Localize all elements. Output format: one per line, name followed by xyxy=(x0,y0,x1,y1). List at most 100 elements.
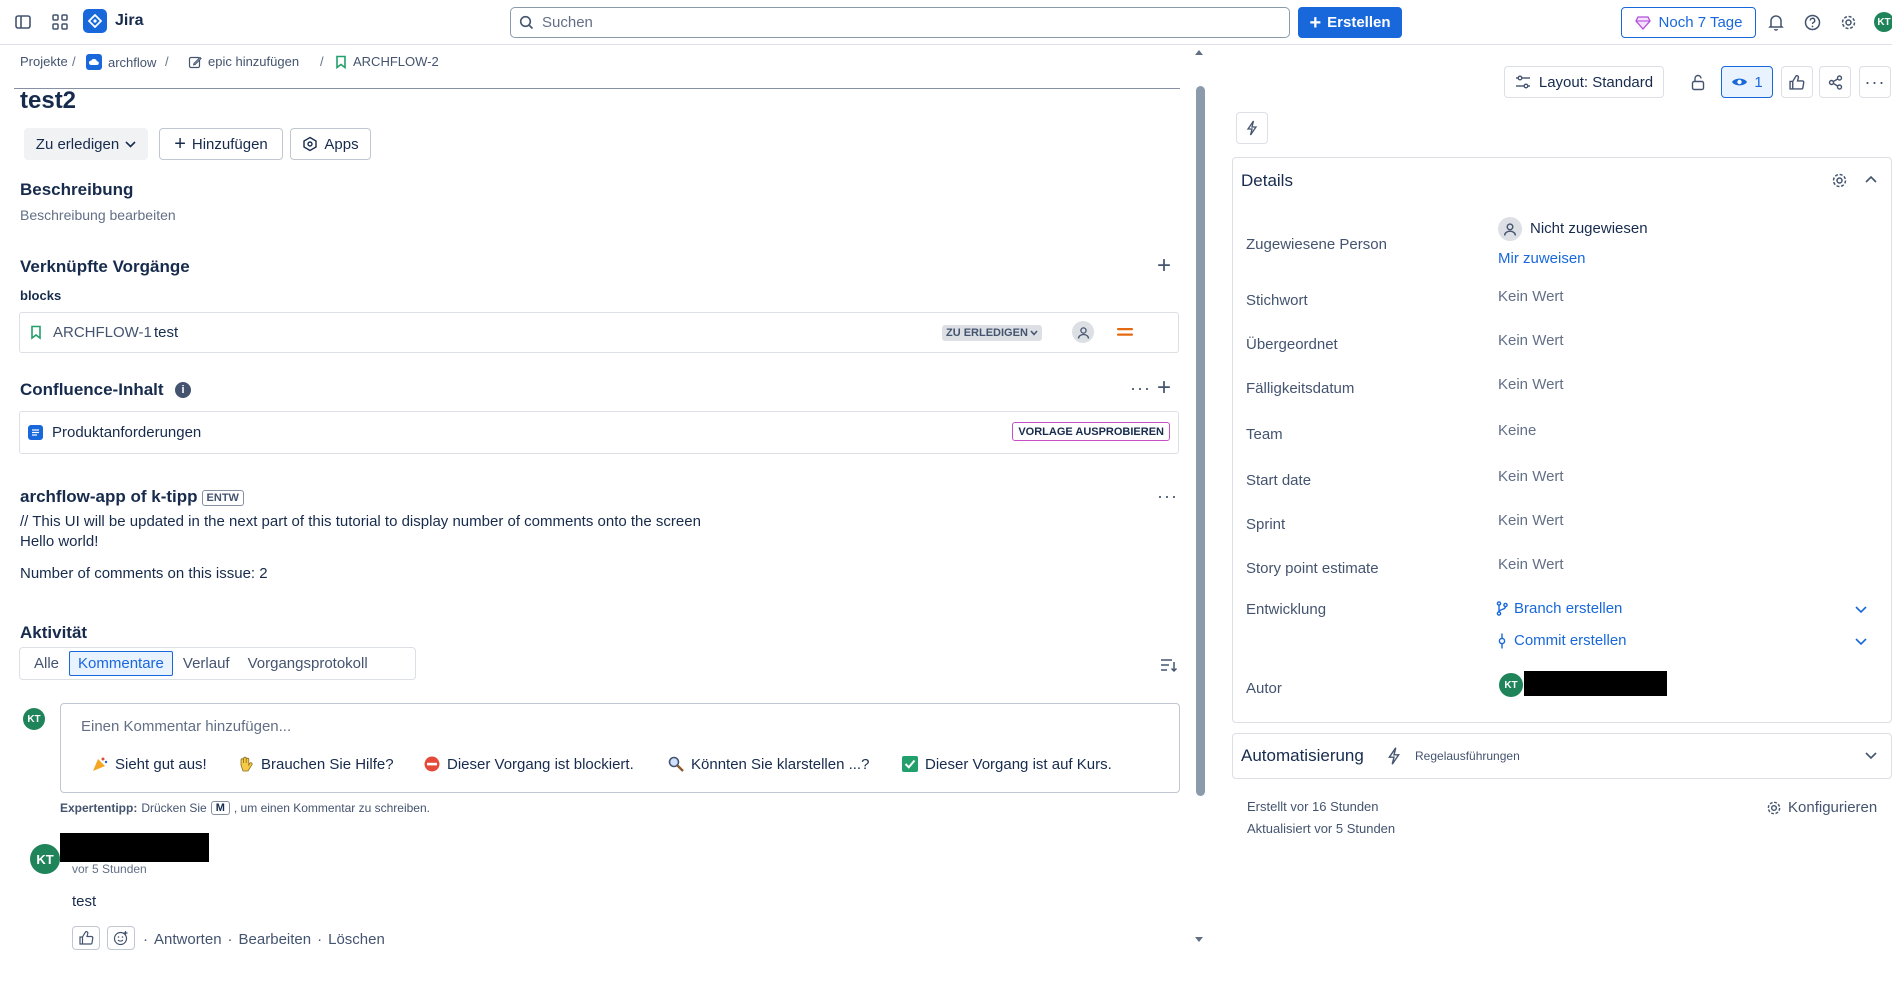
quick-reply-looks-good[interactable]: Sieht gut aus! xyxy=(91,755,207,773)
info-icon[interactable]: i xyxy=(175,382,191,398)
linked-issue-summary[interactable]: test xyxy=(154,324,178,341)
layout-button[interactable]: Layout: Standard xyxy=(1504,66,1664,98)
breadcrumb-project[interactable]: archflow xyxy=(86,54,156,70)
quick-reply-on-track[interactable]: Dieser Vorgang ist auf Kurs. xyxy=(901,755,1112,773)
help-icon[interactable] xyxy=(1798,8,1826,36)
edit-link[interactable]: Bearbeiten xyxy=(239,931,312,948)
trial-button[interactable]: Noch 7 Tage xyxy=(1621,7,1756,38)
field-value-start-date[interactable]: Kein Wert xyxy=(1498,468,1564,485)
field-label-parent: Übergeordnet xyxy=(1246,336,1338,353)
field-value-story-points[interactable]: Kein Wert xyxy=(1498,556,1564,573)
branch-icon xyxy=(1496,601,1508,616)
field-value-sprint[interactable]: Kein Wert xyxy=(1498,512,1564,529)
quick-reply-blocked[interactable]: Dieser Vorgang ist blockiert. xyxy=(423,755,634,773)
comment-placeholder[interactable]: Einen Kommentar hinzufügen... xyxy=(81,718,291,735)
app-switcher-icon[interactable] xyxy=(46,8,74,36)
apps-button[interactable]: Apps xyxy=(290,128,371,160)
status-label: Zu erledigen xyxy=(35,135,120,153)
field-value-label[interactable]: Kein Wert xyxy=(1498,288,1564,305)
notifications-icon[interactable] xyxy=(1762,8,1790,36)
vote-thumbs-up-icon[interactable] xyxy=(1781,66,1813,98)
delete-link[interactable]: Löschen xyxy=(328,931,385,948)
sidebar-toggle-icon[interactable] xyxy=(9,8,37,36)
add-confluence-plus-icon[interactable]: + xyxy=(1157,376,1171,400)
add-linked-issue-plus-icon[interactable]: + xyxy=(1157,254,1171,278)
linked-issue-row[interactable]: ARCHFLOW-1 test ZU ERLEDIGEN xyxy=(19,312,1179,353)
automation-heading[interactable]: Automatisierung xyxy=(1241,746,1364,766)
comment-author-avatar[interactable]: KT xyxy=(30,844,60,874)
add-reaction-icon[interactable] xyxy=(107,926,135,950)
collapse-chevron-up-icon[interactable] xyxy=(1865,175,1877,183)
search-field[interactable] xyxy=(510,7,1290,38)
scroll-up-arrow-icon[interactable] xyxy=(1194,48,1204,56)
tab-history[interactable]: Verlauf xyxy=(175,651,238,676)
configure-label: Konfigurieren xyxy=(1788,799,1878,816)
more-options-icon[interactable]: ··· xyxy=(1130,378,1151,399)
app-text-line-2: Hello world! xyxy=(20,533,99,550)
linked-issue-key[interactable]: ARCHFLOW-1 xyxy=(53,324,152,341)
linked-issue-status[interactable]: ZU ERLEDIGEN xyxy=(942,325,1042,341)
quick-reply-clarify[interactable]: Könnten Sie klarstellen ...? xyxy=(667,755,869,773)
details-settings-gear-icon[interactable] xyxy=(1831,172,1848,189)
watch-button[interactable]: 1 xyxy=(1721,66,1773,98)
action-separator: · xyxy=(227,931,233,948)
scroll-down-arrow-icon[interactable] xyxy=(1194,936,1204,944)
more-actions-icon[interactable]: ··· xyxy=(1859,66,1891,98)
reply-link[interactable]: Antworten xyxy=(154,931,222,948)
app-more-options-icon[interactable]: ··· xyxy=(1157,486,1178,507)
breadcrumb-separator: / xyxy=(165,54,169,69)
create-button[interactable]: + Erstellen xyxy=(1298,7,1402,38)
like-comment-thumbs-up-icon[interactable] xyxy=(72,926,100,950)
redacted-author-name xyxy=(60,833,209,862)
configure-button[interactable]: Konfigurieren xyxy=(1766,799,1877,816)
settings-gear-icon[interactable] xyxy=(1834,8,1862,36)
description-placeholder[interactable]: Beschreibung bearbeiten xyxy=(20,207,176,223)
details-heading[interactable]: Details xyxy=(1241,171,1293,191)
tab-comments[interactable]: Kommentare xyxy=(69,651,173,676)
assign-to-me-link[interactable]: Mir zuweisen xyxy=(1498,250,1586,267)
quick-reply-need-help[interactable]: Brauchen Sie Hilfe? xyxy=(237,755,394,773)
automation-lightning-icon[interactable] xyxy=(1236,112,1268,144)
priority-medium-icon[interactable] xyxy=(1116,325,1134,339)
plus-icon: + xyxy=(174,133,186,155)
updated-timestamp: Aktualisiert vor 5 Stunden xyxy=(1247,821,1396,836)
title-divider xyxy=(14,88,1180,89)
comment-editor[interactable]: Einen Kommentar hinzufügen... Sieht gut … xyxy=(60,703,1180,793)
create-branch-link[interactable]: Branch erstellen xyxy=(1496,600,1622,617)
pro-tip-bold: Expertentipp: xyxy=(60,801,138,815)
add-button[interactable]: + Hinzufügen xyxy=(159,128,283,160)
field-label-assignee: Zugewiesene Person xyxy=(1246,236,1387,253)
search-input[interactable] xyxy=(542,14,1282,31)
scrollbar-thumb[interactable] xyxy=(1196,86,1205,796)
quick-reply-label: Dieser Vorgang ist auf Kurs. xyxy=(925,755,1112,773)
confluence-item-row[interactable]: Produktanforderungen VORLAGE AUSPROBIERE… xyxy=(19,411,1179,454)
field-value-parent[interactable]: Kein Wert xyxy=(1498,332,1564,349)
sort-icon[interactable] xyxy=(1160,657,1178,673)
automation-chevron-down-icon[interactable] xyxy=(1865,752,1877,760)
confluence-item-title[interactable]: Produktanforderungen xyxy=(52,424,201,441)
breadcrumb-epic[interactable]: epic hinzufügen xyxy=(188,54,299,69)
share-icon[interactable] xyxy=(1819,66,1851,98)
tab-worklog[interactable]: Vorgangsprotokoll xyxy=(240,651,376,676)
issue-title[interactable]: test2 xyxy=(20,87,76,115)
unassigned-avatar-icon[interactable] xyxy=(1072,321,1094,343)
status-dropdown-button[interactable]: Zu erledigen xyxy=(24,128,148,160)
commit-chevron-down-icon[interactable] xyxy=(1855,638,1867,646)
rule-executions-label[interactable]: Regelausführungen xyxy=(1415,749,1520,763)
jira-logo[interactable]: Jira xyxy=(83,9,143,33)
breadcrumb-label: epic hinzufügen xyxy=(208,54,300,69)
create-commit-link[interactable]: Commit erstellen xyxy=(1496,632,1627,649)
tab-all[interactable]: Alle xyxy=(26,651,67,676)
field-value-team[interactable]: Keine xyxy=(1498,422,1536,439)
breadcrumb-projects[interactable]: Projekte xyxy=(20,54,68,69)
try-template-button[interactable]: VORLAGE AUSPROBIEREN xyxy=(1012,422,1170,441)
description-heading: Beschreibung xyxy=(20,180,134,199)
lock-open-icon[interactable] xyxy=(1682,66,1714,98)
field-value-due-date[interactable]: Kein Wert xyxy=(1498,376,1564,393)
breadcrumb-label: archflow xyxy=(108,54,157,70)
user-avatar[interactable]: KT xyxy=(1874,12,1892,32)
check-box-icon xyxy=(901,755,919,773)
branch-chevron-down-icon[interactable] xyxy=(1855,606,1867,614)
breadcrumb-issue-key[interactable]: ARCHFLOW-2 xyxy=(335,54,439,69)
assignee-value[interactable]: Nicht zugewiesen xyxy=(1530,220,1648,237)
